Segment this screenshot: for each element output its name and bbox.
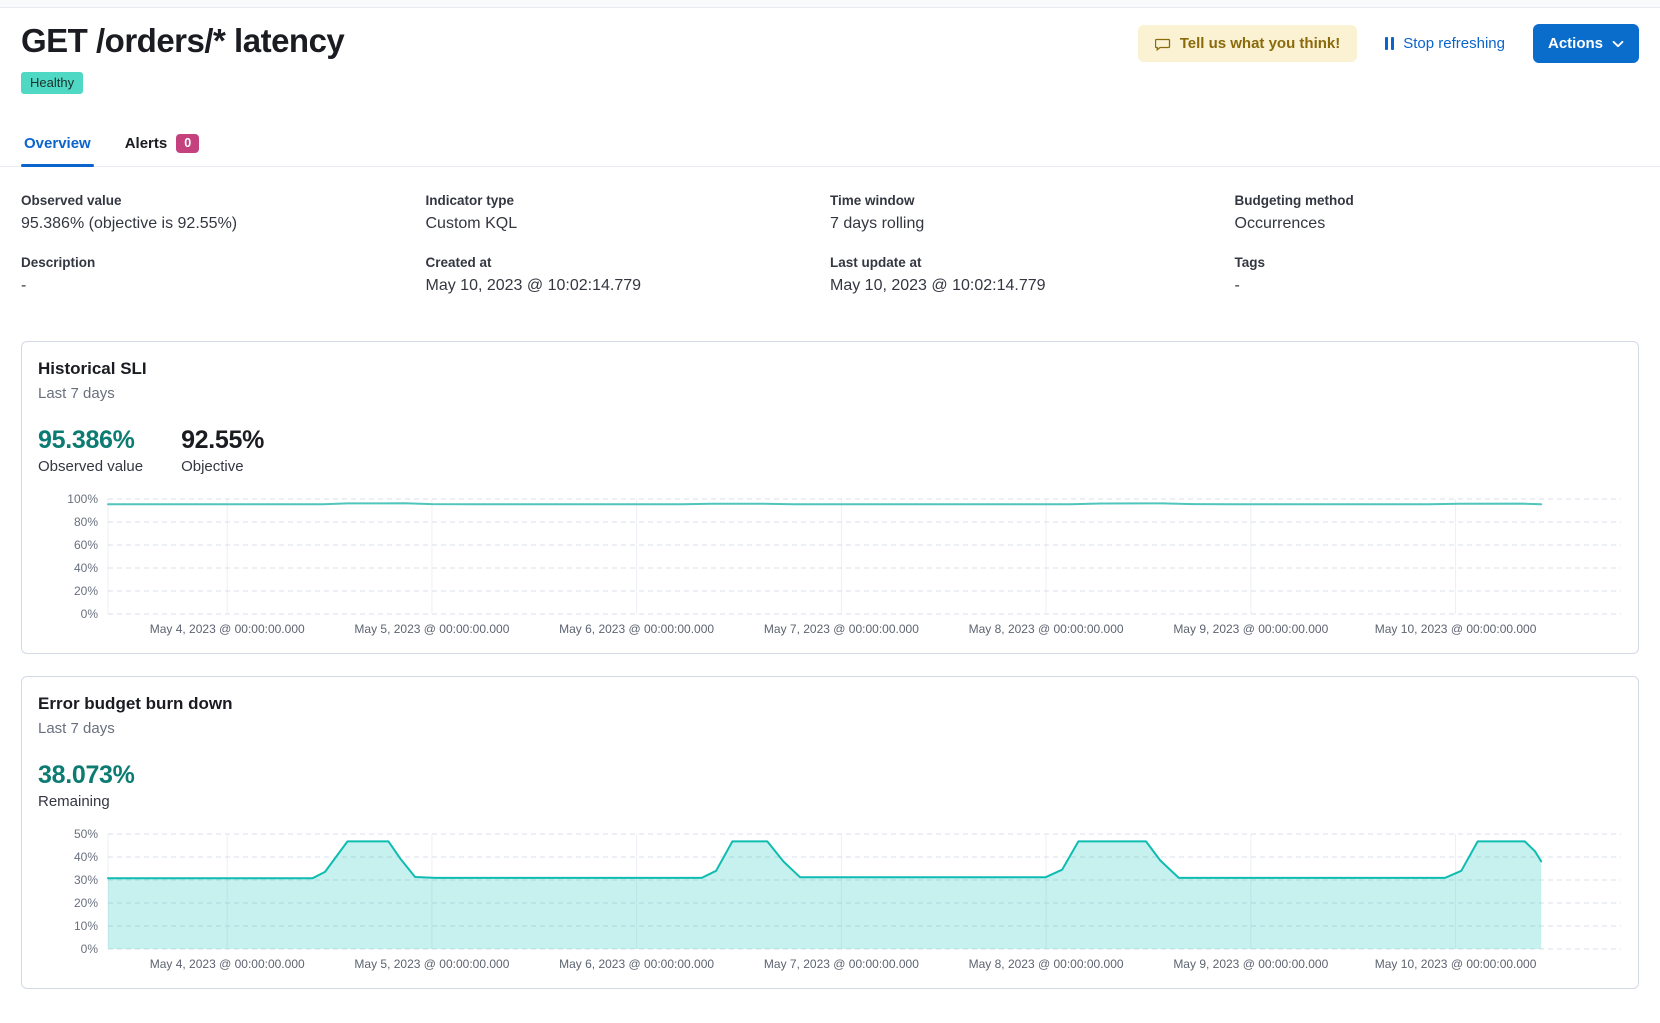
svg-text:May 7, 2023 @ 00:00:00.000: May 7, 2023 @ 00:00:00.000 bbox=[764, 622, 919, 636]
svg-text:30%: 30% bbox=[74, 873, 98, 887]
tab-bar: Overview Alerts 0 bbox=[0, 128, 1660, 167]
field-value: - bbox=[21, 277, 426, 295]
tab-overview[interactable]: Overview bbox=[21, 128, 94, 166]
svg-text:May 6, 2023 @ 00:00:00.000: May 6, 2023 @ 00:00:00.000 bbox=[559, 622, 714, 636]
panel-subtitle: Last 7 days bbox=[38, 385, 1622, 402]
field-observed-value: Observed value 95.386% (objective is 92.… bbox=[21, 193, 426, 233]
svg-text:May 10, 2023 @ 00:00:00.000: May 10, 2023 @ 00:00:00.000 bbox=[1375, 622, 1537, 636]
svg-text:May 5, 2023 @ 00:00:00.000: May 5, 2023 @ 00:00:00.000 bbox=[354, 957, 509, 971]
field-label: Description bbox=[21, 255, 426, 270]
page-title: GET /orders/* latency bbox=[21, 22, 344, 60]
tab-overview-label: Overview bbox=[24, 135, 91, 152]
svg-text:May 6, 2023 @ 00:00:00.000: May 6, 2023 @ 00:00:00.000 bbox=[559, 957, 714, 971]
field-tags: Tags - bbox=[1235, 255, 1640, 295]
svg-text:May 4, 2023 @ 00:00:00.000: May 4, 2023 @ 00:00:00.000 bbox=[150, 622, 305, 636]
field-last-update-at: Last update at May 10, 2023 @ 10:02:14.7… bbox=[830, 255, 1235, 295]
svg-text:50%: 50% bbox=[74, 827, 98, 841]
field-value: Occurrences bbox=[1235, 215, 1640, 233]
field-label: Created at bbox=[426, 255, 831, 270]
historical-sli-chart: 0% 20% 40% 60% 80% 100% May 4, 2023 @ 00:00:00… bbox=[38, 489, 1624, 639]
svg-text:10%: 10% bbox=[74, 919, 98, 933]
objective-stat: 92.55% Objective bbox=[181, 426, 264, 475]
svg-text:100%: 100% bbox=[67, 492, 98, 506]
svg-text:60%: 60% bbox=[74, 538, 98, 552]
slo-overview-fields: Observed value 95.386% (objective is 92.… bbox=[21, 193, 1639, 295]
panel-title: Historical SLI bbox=[38, 359, 1622, 379]
svg-text:40%: 40% bbox=[74, 561, 98, 575]
pause-icon bbox=[1385, 37, 1394, 50]
svg-text:May 7, 2023 @ 00:00:00.000: May 7, 2023 @ 00:00:00.000 bbox=[764, 957, 919, 971]
actions-button[interactable]: Actions bbox=[1533, 24, 1639, 63]
panel-title: Error budget burn down bbox=[38, 694, 1622, 714]
feedback-button[interactable]: Tell us what you think! bbox=[1138, 25, 1358, 62]
svg-text:40%: 40% bbox=[74, 850, 98, 864]
field-label: Indicator type bbox=[426, 193, 831, 208]
field-value: 95.386% (objective is 92.55%) bbox=[21, 215, 426, 233]
field-label: Tags bbox=[1235, 255, 1640, 270]
slo-detail-page: GET /orders/* latency Healthy Tell us wh… bbox=[0, 8, 1660, 989]
svg-text:May 4, 2023 @ 00:00:00.000: May 4, 2023 @ 00:00:00.000 bbox=[150, 957, 305, 971]
field-value: May 10, 2023 @ 10:02:14.779 bbox=[426, 277, 831, 295]
tab-alerts[interactable]: Alerts 0 bbox=[122, 128, 202, 166]
svg-text:May 10, 2023 @ 00:00:00.000: May 10, 2023 @ 00:00:00.000 bbox=[1375, 957, 1537, 971]
field-label: Time window bbox=[830, 193, 1235, 208]
svg-text:May 8, 2023 @ 00:00:00.000: May 8, 2023 @ 00:00:00.000 bbox=[969, 622, 1124, 636]
chevron-down-icon bbox=[1612, 40, 1624, 48]
field-indicator-type: Indicator type Custom KQL bbox=[426, 193, 831, 233]
status-badge: Healthy bbox=[21, 72, 83, 94]
alerts-count-badge: 0 bbox=[176, 134, 199, 153]
remaining-stat: 38.073% Remaining bbox=[38, 761, 135, 810]
svg-text:20%: 20% bbox=[74, 584, 98, 598]
field-label: Observed value bbox=[21, 193, 426, 208]
svg-text:20%: 20% bbox=[74, 896, 98, 910]
stat-value: 38.073% bbox=[38, 761, 135, 790]
page-top-divider bbox=[0, 0, 1660, 8]
page-header-left: GET /orders/* latency Healthy bbox=[21, 18, 344, 94]
stat-value: 92.55% bbox=[181, 426, 264, 455]
field-description: Description - bbox=[21, 255, 426, 295]
field-value: May 10, 2023 @ 10:02:14.779 bbox=[830, 277, 1235, 295]
error-budget-stats: 38.073% Remaining bbox=[38, 761, 1622, 810]
historical-sli-stats: 95.386% Observed value 92.55% Objective bbox=[38, 426, 1622, 475]
svg-text:May 9, 2023 @ 00:00:00.000: May 9, 2023 @ 00:00:00.000 bbox=[1173, 622, 1328, 636]
speech-bubble-icon bbox=[1155, 36, 1171, 52]
historical-sli-panel: Historical SLI Last 7 days 95.386% Obser… bbox=[21, 341, 1639, 654]
panel-subtitle: Last 7 days bbox=[38, 720, 1622, 737]
field-label: Last update at bbox=[830, 255, 1235, 270]
svg-text:May 8, 2023 @ 00:00:00.000: May 8, 2023 @ 00:00:00.000 bbox=[969, 957, 1124, 971]
svg-text:May 5, 2023 @ 00:00:00.000: May 5, 2023 @ 00:00:00.000 bbox=[354, 622, 509, 636]
field-value: Custom KQL bbox=[426, 215, 831, 233]
feedback-button-label: Tell us what you think! bbox=[1180, 35, 1341, 52]
field-budgeting-method: Budgeting method Occurrences bbox=[1235, 193, 1640, 233]
svg-text:80%: 80% bbox=[74, 515, 98, 529]
error-budget-panel: Error budget burn down Last 7 days 38.07… bbox=[21, 676, 1639, 989]
page-header: GET /orders/* latency Healthy Tell us wh… bbox=[21, 18, 1639, 94]
field-label: Budgeting method bbox=[1235, 193, 1640, 208]
observed-value-stat: 95.386% Observed value bbox=[38, 426, 143, 475]
field-time-window: Time window 7 days rolling bbox=[830, 193, 1235, 233]
stat-label: Observed value bbox=[38, 458, 143, 475]
actions-button-label: Actions bbox=[1548, 35, 1603, 52]
stat-label: Remaining bbox=[38, 793, 135, 810]
stop-refreshing-label: Stop refreshing bbox=[1403, 35, 1505, 52]
tab-alerts-label: Alerts bbox=[125, 135, 168, 152]
stat-label: Objective bbox=[181, 458, 264, 475]
svg-text:0%: 0% bbox=[81, 942, 99, 956]
svg-text:0%: 0% bbox=[81, 607, 99, 621]
svg-text:May 9, 2023 @ 00:00:00.000: May 9, 2023 @ 00:00:00.000 bbox=[1173, 957, 1328, 971]
field-created-at: Created at May 10, 2023 @ 10:02:14.779 bbox=[426, 255, 831, 295]
page-header-actions: Tell us what you think! Stop refreshing … bbox=[1138, 18, 1639, 63]
stat-value: 95.386% bbox=[38, 426, 143, 455]
stop-refreshing-button[interactable]: Stop refreshing bbox=[1383, 25, 1507, 62]
error-budget-chart: 0% 10% 20% 30% 40% 50% May 4, 2023 @ 00:00:00.… bbox=[38, 824, 1624, 974]
field-value: 7 days rolling bbox=[830, 215, 1235, 233]
field-value: - bbox=[1235, 277, 1640, 295]
